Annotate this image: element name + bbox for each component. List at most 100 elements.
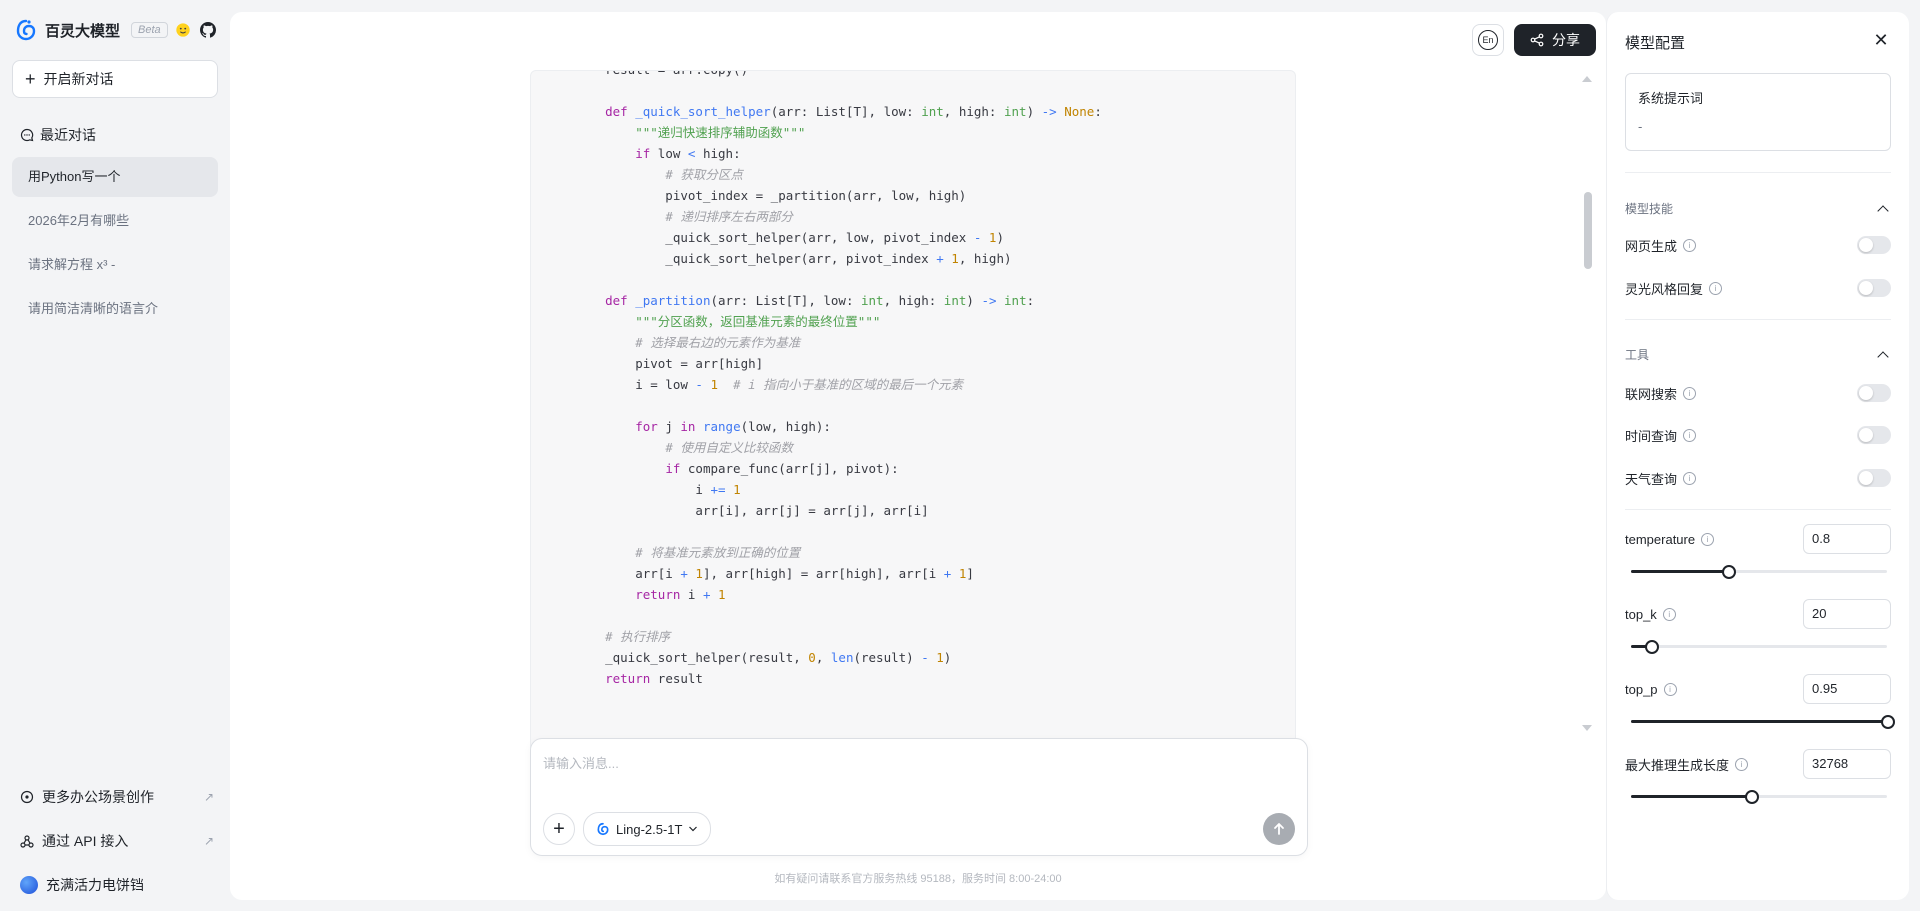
slider-handle[interactable] <box>1722 565 1737 579</box>
info-icon[interactable]: i <box>1683 471 1697 485</box>
external-link-icon: ↗ <box>203 834 214 848</box>
skill-label: 网页生成 <box>1625 238 1678 254</box>
webpage-generation-toggle[interactable] <box>1857 236 1891 254</box>
top-p-input[interactable]: 0.95 <box>1803 674 1891 704</box>
tool-label: 天气查询 <box>1625 471 1678 487</box>
config-title: 模型配置 <box>1625 35 1686 52</box>
info-icon[interactable]: i <box>1701 532 1715 546</box>
language-toggle-button[interactable]: En <box>1472 24 1504 56</box>
info-icon[interactable]: i <box>1683 428 1697 442</box>
system-prompt-label: 系统提示词 <box>1638 91 1704 106</box>
max-length-input[interactable]: 32768 <box>1803 749 1891 779</box>
office-scenarios-link[interactable]: 更多办公场景创作 ↗ <box>14 775 214 819</box>
weather-query-toggle[interactable] <box>1857 469 1891 487</box>
api-access-link[interactable]: 通过 API 接入 ↗ <box>14 819 214 863</box>
tool-label: 时间查询 <box>1625 428 1678 444</box>
bailing-logo-icon <box>597 822 609 836</box>
api-access-label: 通过 API 接入 <box>42 833 129 849</box>
huggingface-icon[interactable] <box>174 21 192 39</box>
brand[interactable]: 百灵大模型 Beta <box>14 18 168 42</box>
target-icon <box>20 790 34 804</box>
scroll-down-arrow-icon[interactable] <box>1582 725 1592 731</box>
api-icon <box>20 835 34 848</box>
tools-section-header[interactable]: 工具 <box>1625 346 1891 363</box>
top-p-slider[interactable] <box>1631 715 1895 729</box>
param-row-top-k: top_k i 20 <box>1625 598 1891 630</box>
slider-fill <box>1631 570 1729 573</box>
history-item[interactable]: 请求解方程 x³ - <box>12 245 218 285</box>
param-label: temperature <box>1625 531 1696 547</box>
slider-handle[interactable] <box>1645 640 1660 654</box>
new-chat-label: 开启新对话 <box>43 71 114 87</box>
share-icon <box>1530 33 1544 47</box>
history-list: 用Python写一个 2026年2月有哪些 请求解方程 x³ - 请用简洁清晰的… <box>12 157 218 333</box>
model-name: Ling-2.5-1T <box>616 821 683 837</box>
arrow-up-icon <box>1274 823 1284 835</box>
language-icon: En <box>1478 30 1498 50</box>
web-search-toggle[interactable] <box>1857 384 1891 402</box>
message-input[interactable]: 请输入消息... <box>543 753 619 772</box>
github-icon[interactable] <box>199 21 217 39</box>
attach-button[interactable]: + <box>543 813 575 845</box>
skills-title: 模型技能 <box>1625 202 1674 216</box>
chevron-up-icon <box>1877 204 1889 217</box>
code-block: result = arr.copy() def _quick_sort_help… <box>530 70 1296 752</box>
new-chat-button[interactable]: + 开启新对话 <box>12 60 218 98</box>
scroll-up-arrow-icon[interactable] <box>1582 76 1592 82</box>
external-link-icon: ↗ <box>203 790 214 804</box>
info-icon[interactable]: i <box>1683 238 1697 252</box>
close-icon[interactable]: ✕ <box>1871 30 1891 50</box>
divider <box>1625 172 1891 173</box>
share-button[interactable]: 分享 <box>1514 24 1596 56</box>
skills-section-header[interactable]: 模型技能 <box>1625 200 1891 217</box>
temperature-slider[interactable] <box>1631 565 1887 579</box>
param-row-top-p: top_p i 0.95 <box>1625 673 1891 705</box>
tools-title: 工具 <box>1625 348 1650 362</box>
history-item[interactable]: 请用简洁清晰的语言介 <box>12 289 218 329</box>
share-label: 分享 <box>1552 32 1580 48</box>
chat-bubble-icon <box>20 128 34 142</box>
top-k-slider[interactable] <box>1631 640 1887 654</box>
info-icon[interactable]: i <box>1662 607 1676 621</box>
main-panel: En 分享 result = arr.copy() def _quick_sor… <box>230 12 1606 900</box>
max-length-slider[interactable] <box>1631 790 1887 804</box>
history-item[interactable]: 用Python写一个 <box>12 157 218 197</box>
tool-row-time: 时间查询 i <box>1625 424 1891 446</box>
skill-label: 灵光风格回复 <box>1625 281 1704 297</box>
recent-conversations-header: 最近对话 <box>20 125 96 145</box>
info-icon[interactable]: i <box>1709 281 1723 295</box>
slider-fill <box>1631 720 1887 723</box>
slider-handle[interactable] <box>1745 790 1760 804</box>
temperature-input[interactable]: 0.8 <box>1803 524 1891 554</box>
recent-label: 最近对话 <box>40 127 96 143</box>
model-selector[interactable]: Ling-2.5-1T <box>583 812 712 846</box>
user-profile[interactable]: 充满活力电饼铛 <box>14 863 214 907</box>
sidebar-bottom: 更多办公场景创作 ↗ 通过 API 接入 ↗ 充满活力电饼铛 <box>14 775 214 907</box>
model-config-panel: 模型配置 ✕ 系统提示词 - 模型技能 网页生成 i 灵光风格回复 i 工具 联网搜… <box>1606 12 1909 900</box>
time-query-toggle[interactable] <box>1857 426 1891 444</box>
info-icon[interactable]: i <box>1663 682 1677 696</box>
param-row-temperature: temperature i 0.8 <box>1625 523 1891 555</box>
chevron-up-icon <box>1877 350 1889 363</box>
history-item[interactable]: 2026年2月有哪些 <box>12 201 218 241</box>
scrollbar-thumb[interactable] <box>1584 192 1592 269</box>
info-icon[interactable]: i <box>1683 386 1697 400</box>
divider <box>1625 319 1891 320</box>
skill-row-style: 灵光风格回复 i <box>1625 277 1891 299</box>
divider <box>1625 509 1891 510</box>
style-reply-toggle[interactable] <box>1857 279 1891 297</box>
user-name: 充满活力电饼铛 <box>46 877 144 893</box>
brand-links <box>174 21 217 39</box>
info-icon[interactable]: i <box>1735 757 1749 771</box>
top-actions: En 分享 <box>1472 24 1596 56</box>
send-button[interactable] <box>1263 813 1295 845</box>
system-prompt-box[interactable]: 系统提示词 - <box>1625 73 1891 151</box>
plus-icon: + <box>25 69 36 89</box>
param-label: top_k <box>1625 606 1657 622</box>
brand-name: 百灵大模型 <box>45 22 121 40</box>
param-label: 最大推理生成长度 <box>1625 757 1730 773</box>
tool-row-weather: 天气查询 i <box>1625 467 1891 489</box>
slider-handle[interactable] <box>1881 715 1895 729</box>
top-k-input[interactable]: 20 <box>1803 599 1891 629</box>
bailing-logo-icon <box>16 19 36 41</box>
